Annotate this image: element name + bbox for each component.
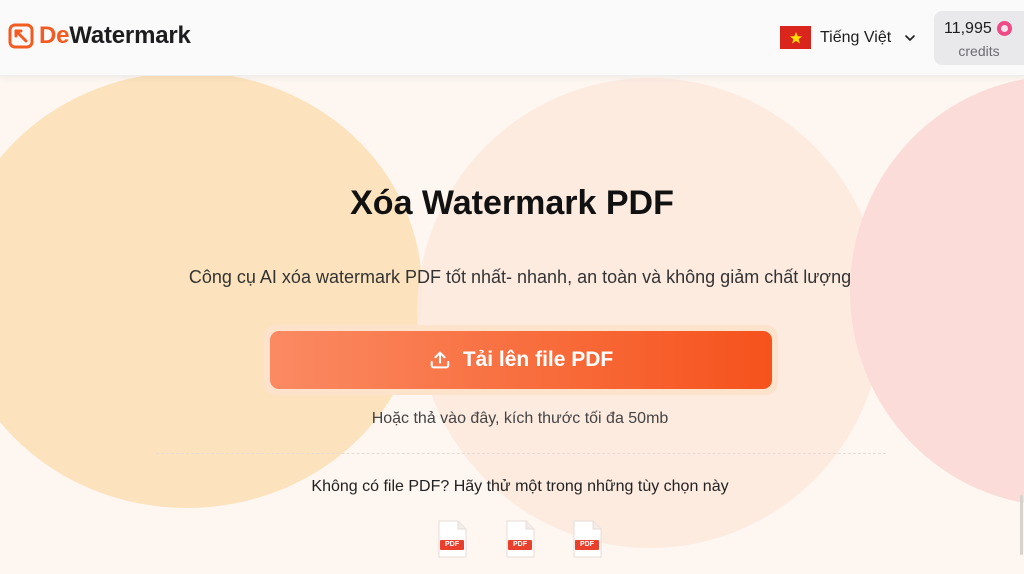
sample-pdf-2[interactable]: PDF <box>505 520 535 558</box>
chevron-down-icon <box>905 34 915 41</box>
brand-name-suffix: Watermark <box>69 22 191 49</box>
pdf-file-icon <box>573 520 602 558</box>
coin-icon <box>997 21 1012 36</box>
sample-pdf-label: PDF <box>440 540 464 550</box>
sample-pdf-3[interactable]: PDF <box>572 520 602 558</box>
background-circle-left <box>0 72 422 508</box>
upload-button-label: Tải lên file PDF <box>462 348 614 371</box>
drop-hint: Hoặc thả vào đây, kích thước tối đa 50mb <box>371 410 669 427</box>
brand-logo[interactable]: DeWatermark <box>8 22 191 50</box>
sample-prompt: Không có file PDF? Hãy thử một trong nhữ… <box>311 478 729 495</box>
sample-pdf-1[interactable]: PDF <box>437 520 467 558</box>
upload-button-frame: Tải lên file PDF <box>264 325 778 395</box>
credits-label: credits <box>958 43 1000 59</box>
pdf-file-icon <box>506 520 535 558</box>
language-label: Tiếng Việt <box>820 28 892 46</box>
page: DeWatermark Tiếng Việt 11,995 credits Xó… <box>0 0 1024 574</box>
page-subtitle: Công cụ AI xóa watermark PDF tốt nhất- n… <box>188 267 852 287</box>
top-header: DeWatermark Tiếng Việt 11,995 credits <box>0 0 1024 76</box>
scrollbar-thumb[interactable] <box>1020 495 1023 555</box>
upload-icon <box>430 351 449 369</box>
background-circle-right <box>850 76 1024 506</box>
credits-balance[interactable]: 11,995 credits <box>934 11 1024 65</box>
brand-name-prefix: De <box>39 22 70 49</box>
pdf-file-icon <box>438 520 467 558</box>
upload-pdf-button[interactable]: Tải lên file PDF <box>270 331 772 389</box>
page-title: Xóa Watermark PDF <box>350 184 674 222</box>
section-divider <box>156 453 886 454</box>
vietnam-flag-icon <box>780 26 811 49</box>
language-selector[interactable]: Tiếng Việt <box>780 26 916 49</box>
sample-pdf-label: PDF <box>575 540 599 550</box>
credits-count: 11,995 <box>944 20 992 37</box>
brand-name: DeWatermark <box>39 22 191 50</box>
sample-pdf-label: PDF <box>508 540 532 550</box>
dewatermark-logo-icon <box>8 23 34 49</box>
